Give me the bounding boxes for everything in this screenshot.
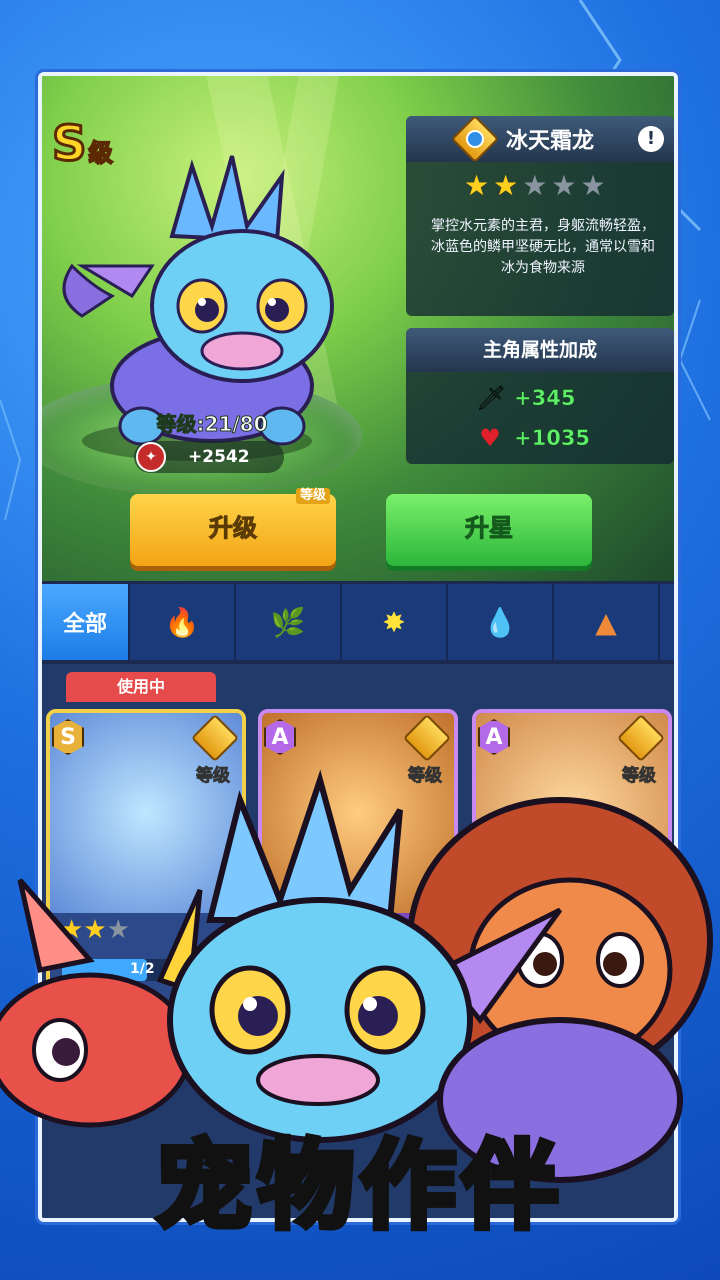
power-value: +2542 [188,447,250,467]
fire-icon[interactable]: 🔥 [130,584,236,660]
pet-level: 等级:21/80 [156,412,268,437]
name-bar: 冰天霜龙 ! [406,114,674,164]
bonus-title: 主角属性加成 [406,328,674,372]
upgrade-level-tag: 等级 [295,488,330,504]
element-filter-tabs: 全部 🔥 🌿 ✸ 💧 ▲ [42,584,674,660]
water-element-icon [450,114,500,164]
upgrade-label: 升级 [209,514,258,543]
leaf-icon[interactable]: 🌿 [236,584,342,660]
card-level-label: 等级 [196,766,231,787]
heart-icon: ♥ [479,424,501,452]
star-icon: ★ [60,915,84,945]
mountain-icon[interactable]: ▲ [554,584,660,660]
card-level-label: 等级 [408,766,443,787]
star-icon: ★ [464,169,490,202]
star-up-button[interactable]: 升星 [386,494,592,566]
pet-card[interactable]: A 等级 [472,709,672,1009]
star-icon: ★ [580,169,606,202]
card-stars: ★★★ [60,915,130,945]
pet-card[interactable]: S 等级 ★★★ 1/2 [46,709,246,1009]
hero-bonus-panel: 主角属性加成 🗡 +345 ♥ +1035 [406,328,674,464]
star-icon: ★ [551,169,577,202]
card-progress-text: 1/2 [130,961,155,977]
sun-icon[interactable]: ✸ [342,584,448,660]
power-pill: ✦ +2542 [134,441,284,473]
star-icon: ★ [522,169,548,202]
pet-info-panel: 冰天霜龙 ! ★ ★ ★ ★ ★ 掌控水元素的主君，身躯流畅轻盈，冰蓝色的鳞甲坚… [406,114,674,316]
star-icon: ★ [493,169,519,202]
pet-card[interactable]: A 等级 [258,709,458,1009]
in-use-label: 使用中 [66,672,216,702]
sword-icon: 🗡 [476,384,507,412]
pet-description: 掌控水元素的主君，身躯流畅轻盈，冰蓝色的鳞甲坚硬无比，通常以雪和冰为食物来源 [431,218,655,276]
pet-stars: ★ ★ ★ ★ ★ [464,172,606,200]
tab-all[interactable]: 全部 [42,584,130,660]
power-icon: ✦ [136,442,166,472]
card-level-label: 等级 [622,766,657,787]
hp-bonus: ♥ +1035 [476,424,590,452]
star-icon: ★ [83,915,107,945]
promo-slogan: 宠物作伴 [153,1127,564,1245]
water-drop-icon[interactable]: 💧 [448,584,554,660]
star-up-label: 升星 [465,514,514,543]
game-panel: S 级 等级:21/80 ✦ +2542 冰天霜龙 ! ★ ★ ★ ★ ★ 掌控… [38,72,678,1222]
info-icon[interactable]: ! [638,126,664,152]
pet-name: 冰天霜龙 [506,129,595,154]
attack-bonus-value: +345 [514,386,576,411]
hp-bonus-value: +1035 [514,426,591,451]
upgrade-button[interactable]: 升级 等级 [130,488,336,566]
star-icon: ★ [106,915,130,945]
attack-bonus: 🗡 +345 [476,384,576,412]
pet-showcase: S 级 等级:21/80 ✦ +2542 冰天霜龙 ! ★ ★ ★ ★ ★ 掌控… [42,76,674,581]
